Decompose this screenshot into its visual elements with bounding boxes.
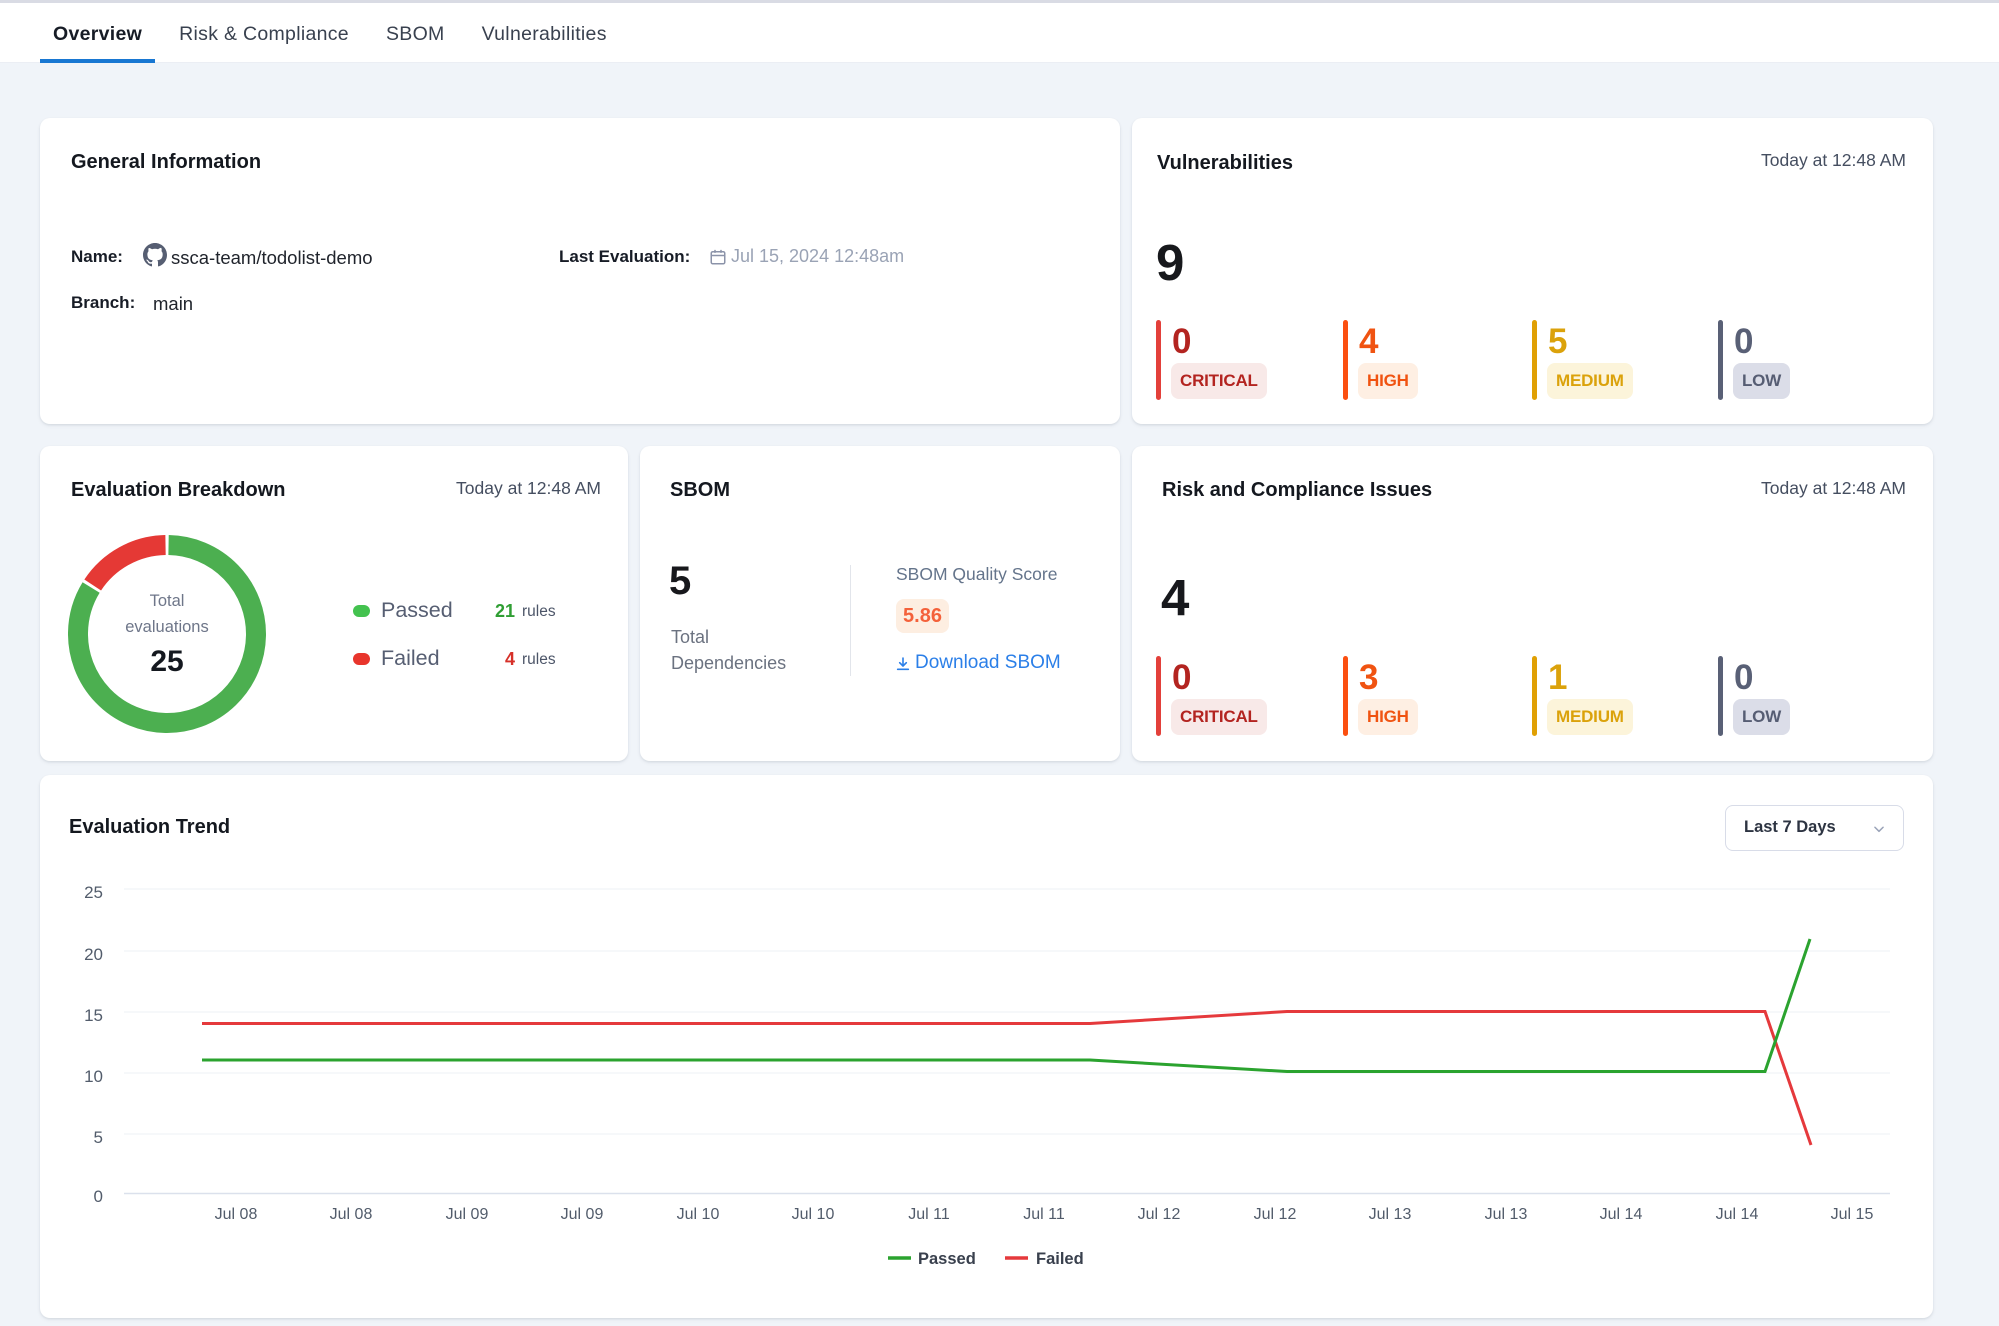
svg-text:Jul 11: Jul 11 [1023,1206,1065,1223]
svg-text:10: 10 [84,1067,103,1086]
svg-text:Jul 08: Jul 08 [330,1206,373,1223]
svg-text:Jul 14: Jul 14 [1600,1206,1643,1223]
svg-text:15: 15 [84,1006,103,1025]
svg-text:Jul 15: Jul 15 [1831,1206,1874,1223]
svg-text:Jul 12: Jul 12 [1138,1206,1181,1223]
svg-text:25: 25 [84,883,103,902]
svg-text:Jul 10: Jul 10 [792,1206,835,1223]
svg-text:Jul 09: Jul 09 [561,1206,604,1223]
svg-text:Passed: Passed [918,1250,976,1268]
svg-text:Jul 09: Jul 09 [446,1206,489,1223]
svg-text:Jul 11: Jul 11 [908,1206,950,1223]
svg-text:Jul 12: Jul 12 [1254,1206,1297,1223]
svg-text:Jul 13: Jul 13 [1369,1206,1412,1223]
svg-text:20: 20 [84,945,103,964]
svg-text:5: 5 [94,1128,103,1147]
svg-text:Jul 14: Jul 14 [1716,1206,1759,1223]
svg-text:0: 0 [94,1187,103,1206]
svg-text:Jul 08: Jul 08 [215,1206,258,1223]
svg-text:Failed: Failed [1036,1250,1084,1268]
svg-text:Jul 13: Jul 13 [1485,1206,1528,1223]
svg-text:Jul 10: Jul 10 [677,1206,720,1223]
